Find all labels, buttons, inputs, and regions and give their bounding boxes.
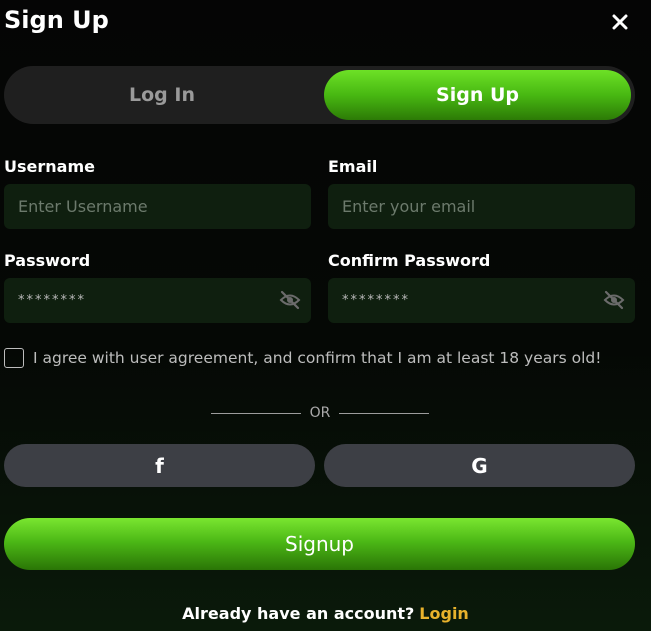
password-label: Password [4, 251, 91, 270]
close-button[interactable] [606, 8, 634, 36]
tab-log-in[interactable]: Log In [4, 70, 320, 120]
email-field-container [328, 184, 635, 229]
signup-button[interactable]: Signup [4, 518, 635, 570]
close-icon [612, 14, 628, 30]
agreement-text: I agree with user agreement, and confirm… [33, 349, 602, 367]
username-field-container [4, 184, 311, 229]
divider-line [210, 412, 301, 414]
eye-off-icon[interactable] [279, 290, 301, 310]
or-divider: OR [210, 403, 430, 423]
google-icon: G [471, 453, 488, 478]
eye-off-icon[interactable] [603, 290, 625, 310]
auth-tabs: Log In Sign Up [4, 66, 635, 124]
google-login-button[interactable]: G [324, 444, 635, 487]
agreement-checkbox[interactable] [4, 348, 24, 368]
email-label: Email [328, 157, 378, 176]
login-prompt: Already have an account? Login [0, 602, 651, 624]
username-label: Username [4, 157, 95, 176]
confirm-password-input[interactable] [328, 278, 635, 323]
confirm-password-field-container [328, 278, 635, 323]
username-input[interactable] [4, 184, 311, 229]
divider-line [339, 412, 430, 414]
tab-sign-up[interactable]: Sign Up [324, 70, 631, 120]
agreement-row: I agree with user agreement, and confirm… [4, 346, 624, 370]
confirm-password-label: Confirm Password [328, 251, 491, 270]
login-prompt-text: Already have an account? [182, 603, 415, 623]
facebook-login-button[interactable]: f [4, 444, 315, 487]
password-field-container [4, 278, 311, 323]
login-link[interactable]: Login [419, 604, 469, 623]
password-input[interactable] [4, 278, 311, 323]
facebook-icon: f [155, 453, 164, 478]
email-input[interactable] [328, 184, 635, 229]
or-text: OR [309, 405, 331, 421]
page-title: Sign Up [4, 6, 109, 34]
